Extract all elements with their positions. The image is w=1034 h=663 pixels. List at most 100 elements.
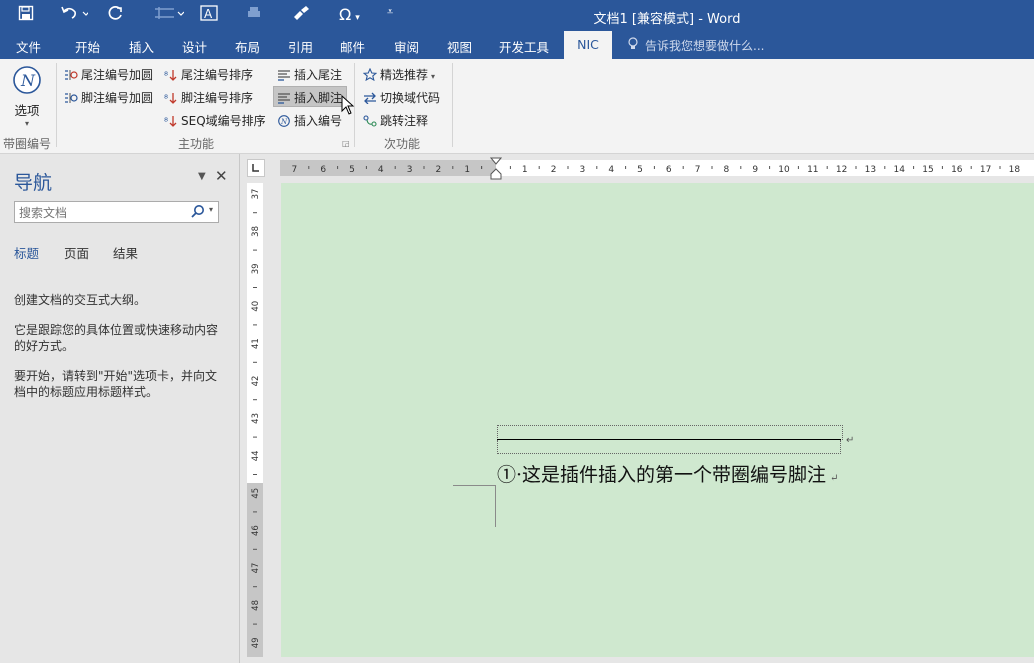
ruler-number: 2	[551, 165, 557, 175]
ribbon-tab-row: 文件 开始 插入 设计 布局 引用 邮件 审阅 视图 开发工具 NIC 告诉我您…	[0, 31, 1034, 59]
vertical-ruler[interactable]: 37 38 39 40 41 42 43 44 45 46 47 48 49	[247, 183, 263, 657]
recommend-button[interactable]: 精选推荐 ▾	[362, 66, 436, 83]
nav-tab-pages[interactable]: 页面	[64, 243, 89, 262]
margin-crop-mark	[453, 485, 495, 486]
search-input[interactable]	[17, 204, 181, 222]
footnote-circle-icon	[64, 92, 78, 104]
endnote-sort-label: 尾注编号排序	[181, 68, 254, 82]
tab-insert[interactable]: 插入	[129, 37, 154, 56]
dialog-launcher-icon[interactable]: ◲	[342, 139, 350, 148]
chevron-down-icon: ▾	[24, 119, 29, 128]
insert-endnote-button[interactable]: 插入尾注	[277, 66, 342, 83]
search-icon[interactable]	[191, 204, 205, 221]
footnote-circle-label: 脚注编号加圆	[81, 91, 154, 105]
tab-developer[interactable]: 开发工具	[499, 37, 549, 56]
paragraph-mark: ↵	[830, 473, 839, 484]
tab-mailings[interactable]: 邮件	[340, 37, 365, 56]
insert-number-button[interactable]: N 插入编号	[277, 112, 342, 129]
ruler-number: 15	[922, 165, 933, 175]
tab-stop-selector[interactable]	[247, 159, 265, 177]
sort-footnote-icon: ⁸	[164, 92, 178, 105]
ruler-number: 13	[865, 165, 876, 175]
ruler-ticks: 7 6 5 4 3 2 1 1 2 3 4 5 6 7 8 9 10 11 12 13 14 15 16 17 18	[292, 165, 1021, 175]
options-button[interactable]: N 选项 ▾	[8, 65, 46, 131]
ruler-number: 14	[893, 165, 905, 175]
ruler-number: 10	[778, 165, 790, 175]
ruler-number: 47	[251, 563, 261, 574]
ruler-number: 46	[251, 525, 261, 536]
endnote-circle-button[interactable]: 尾注编号加圆	[64, 66, 153, 83]
ruler-number: 48	[251, 600, 261, 611]
nav-help-text-2: 它是跟踪您的具体位置或快速移动内容的好方式。	[14, 323, 219, 353]
margin-crop-mark	[495, 485, 496, 527]
sort-seq-icon: ⁸	[164, 115, 178, 128]
insert-number-label: 插入编号	[294, 114, 343, 128]
nav-search-box[interactable]: ▾	[14, 201, 219, 223]
ruler-number: 16	[951, 165, 963, 175]
nav-options-dropdown-icon[interactable]: ▼	[198, 171, 206, 182]
group-label-secondary: 次功能	[384, 137, 421, 151]
close-icon[interactable]: ✕	[215, 167, 228, 185]
jump-note-label: 跳转注释	[380, 114, 429, 128]
ruler-number: 42	[251, 376, 261, 387]
group-divider	[56, 63, 57, 147]
nic-logo-icon: N	[12, 66, 42, 98]
ruler-number: 1	[464, 165, 470, 175]
seq-sort-button[interactable]: ⁸ SEQ域编号排序	[164, 112, 266, 129]
nav-tab-results[interactable]: 结果	[113, 243, 138, 262]
seq-sort-label: SEQ域编号排序	[181, 114, 266, 128]
footnote-separator-frame	[497, 425, 843, 440]
mouse-cursor-icon	[341, 94, 355, 118]
insert-endnote-icon	[277, 69, 291, 81]
navigation-pane: 导航 ▼ ✕ ▾ 标题 页面 结果 创建文档的交互式大纲。 它是跟踪您的具体位置…	[0, 154, 240, 663]
ruler-number: 44	[251, 450, 261, 461]
ruler-number: 1	[522, 165, 528, 175]
ruler-number: 49	[251, 637, 261, 648]
tab-home[interactable]: 开始	[75, 37, 100, 56]
tab-layout[interactable]: 布局	[235, 37, 260, 56]
group-divider	[452, 63, 453, 147]
tab-references[interactable]: 引用	[288, 37, 313, 56]
footnote-circle-button[interactable]: 脚注编号加圆	[64, 89, 153, 106]
tab-design[interactable]: 设计	[182, 37, 207, 56]
ruler-number: 6	[666, 165, 672, 175]
footnote-text[interactable]: ①·这是插件插入的第一个带圈编号脚注 ↵	[497, 460, 838, 487]
jump-note-button[interactable]: 跳转注释	[363, 112, 428, 129]
footnote-text-content: ①·这是插件插入的第一个带圈编号脚注	[497, 464, 827, 486]
footnote-sort-label: 脚注编号排序	[181, 91, 254, 105]
group-label-circle-numbering: 带圈编号	[3, 137, 52, 151]
document-page[interactable]: ↵ ①·这是插件插入的第一个带圈编号脚注 ↵	[281, 183, 1034, 657]
sort-endnote-icon: ⁸	[164, 69, 178, 82]
horizontal-ruler[interactable]: 7 6 5 4 3 2 1 1 2 3 4 5 6 7 8 9 10 11 12 13 14 15 16 17 18	[280, 157, 1034, 180]
tab-view[interactable]: 视图	[447, 37, 472, 56]
ruler-number: 9	[752, 165, 758, 175]
endnote-circle-label: 尾注编号加圆	[81, 68, 154, 82]
footnote-sort-button[interactable]: ⁸ 脚注编号排序	[164, 89, 253, 106]
tab-review[interactable]: 审阅	[394, 37, 419, 56]
toggle-field-code-button[interactable]: 切换域代码	[363, 89, 440, 106]
insert-footnote-button[interactable]: 插入脚注	[273, 86, 347, 107]
ruler-number: 12	[836, 165, 847, 175]
tab-nic[interactable]: NIC	[564, 31, 612, 59]
lightbulb-icon	[627, 37, 639, 54]
nav-tab-headings[interactable]: 标题	[14, 243, 39, 262]
insert-endnote-label: 插入尾注	[294, 68, 343, 82]
ruler-number: 17	[980, 165, 991, 175]
ruler-number: 37	[251, 189, 261, 200]
tell-me-search[interactable]: 告诉我您想要做什么...	[645, 37, 764, 54]
options-label: 选项	[14, 103, 40, 118]
paragraph-mark: ↵	[846, 435, 855, 446]
nav-help-text-1: 创建文档的交互式大纲。	[14, 293, 147, 307]
endnote-circle-icon	[64, 69, 78, 81]
window-title: 文档1 [兼容模式] - Word	[593, 12, 741, 27]
svg-text:N: N	[280, 118, 288, 126]
chevron-down-icon: ▾	[431, 72, 436, 81]
tab-file[interactable]: 文件	[16, 37, 41, 56]
recommend-label: 精选推荐	[380, 68, 429, 82]
nav-help-text-3: 要开始，请转到"开始"选项卡，并向文档中的标题应用标题样式。	[14, 369, 218, 399]
endnote-sort-button[interactable]: ⁸ 尾注编号排序	[164, 66, 253, 83]
toggle-field-label: 切换域代码	[380, 91, 441, 105]
circled-n-icon: N	[277, 115, 291, 127]
jump-icon	[363, 115, 377, 127]
chevron-down-icon[interactable]: ▾	[209, 205, 213, 214]
